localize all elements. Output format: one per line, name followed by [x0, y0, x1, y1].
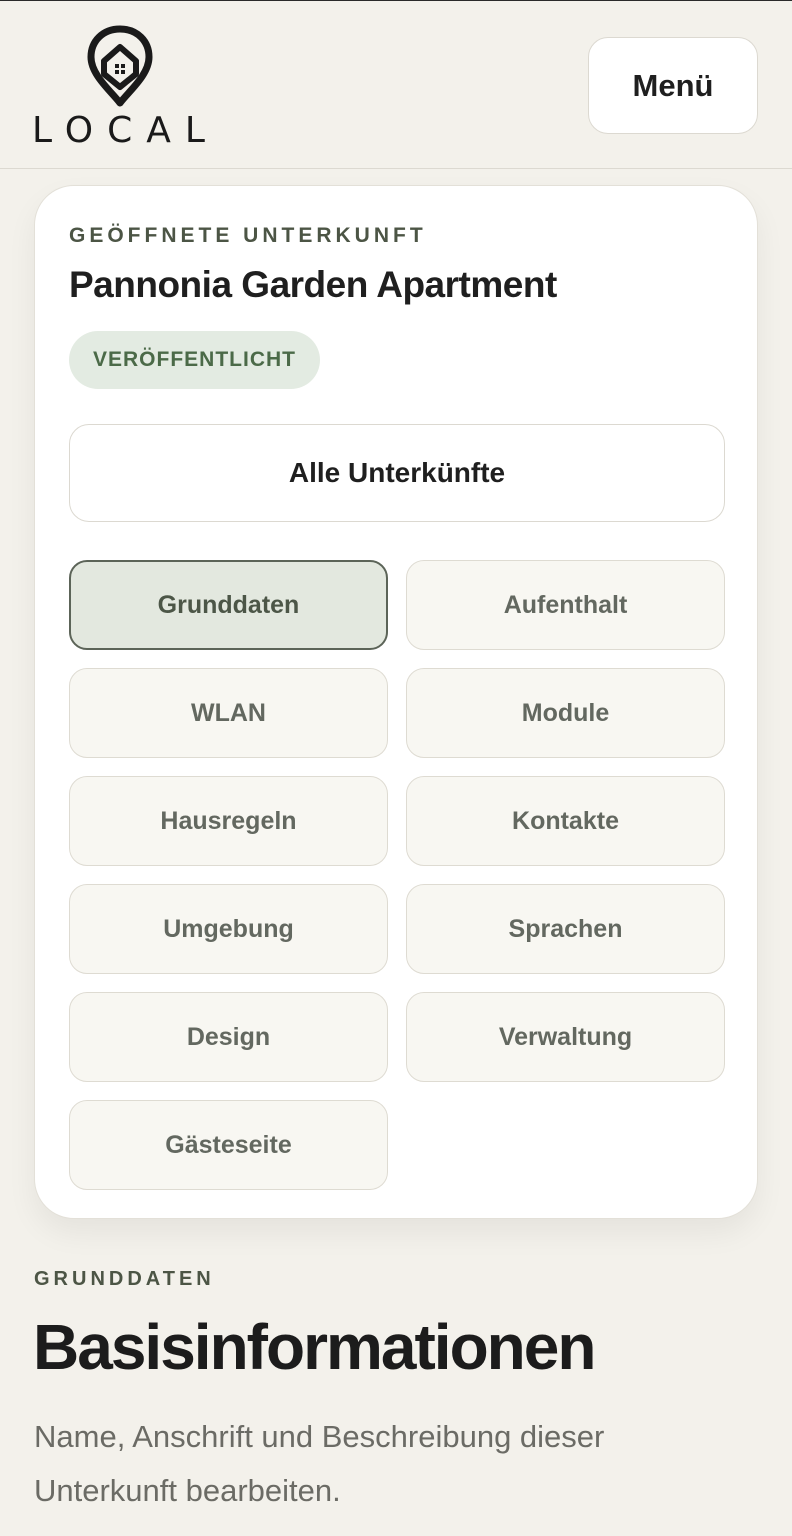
tab-design[interactable]: Design	[69, 992, 388, 1082]
logo-wordmark: LOCAL	[32, 110, 219, 151]
tab-hausregeln[interactable]: Hausregeln	[69, 776, 388, 866]
section-tabs: Grunddaten Aufenthalt WLAN Module Hausre…	[69, 560, 725, 1190]
property-title: Pannonia Garden Apartment	[69, 264, 557, 305]
tab-aufenthalt[interactable]: Aufenthalt	[406, 560, 725, 650]
section-description: Name, Anschrift und Beschreibung dieser …	[34, 1419, 605, 1508]
local-logo[interactable]: LOCAL	[32, 25, 219, 151]
section-title: Basisinformationen	[33, 1311, 596, 1383]
tab-wlan[interactable]: WLAN	[69, 668, 388, 758]
menu-button[interactable]: Menü	[588, 37, 758, 134]
app-header: LOCAL Menü	[0, 1, 792, 169]
all-properties-button[interactable]: Alle Unterkünfte	[69, 424, 725, 522]
tab-sprachen[interactable]: Sprachen	[406, 884, 725, 974]
tab-grunddaten[interactable]: Grunddaten	[69, 560, 388, 650]
status-badge: VERÖFFENTLICHT	[69, 331, 320, 389]
house-location-pin-icon	[87, 25, 153, 107]
property-eyebrow: GEÖFFNETE UNTERKUNFT	[69, 224, 427, 247]
tab-verwaltung[interactable]: Verwaltung	[406, 992, 725, 1082]
tab-umgebung[interactable]: Umgebung	[69, 884, 388, 974]
tab-kontakte[interactable]: Kontakte	[406, 776, 725, 866]
tab-gaesteseite[interactable]: Gästeseite	[69, 1100, 388, 1190]
tab-module[interactable]: Module	[406, 668, 725, 758]
section-eyebrow: GRUNDDATEN	[34, 1268, 215, 1290]
property-card: GEÖFFNETE UNTERKUNFT Pannonia Garden Apa…	[34, 185, 758, 1219]
